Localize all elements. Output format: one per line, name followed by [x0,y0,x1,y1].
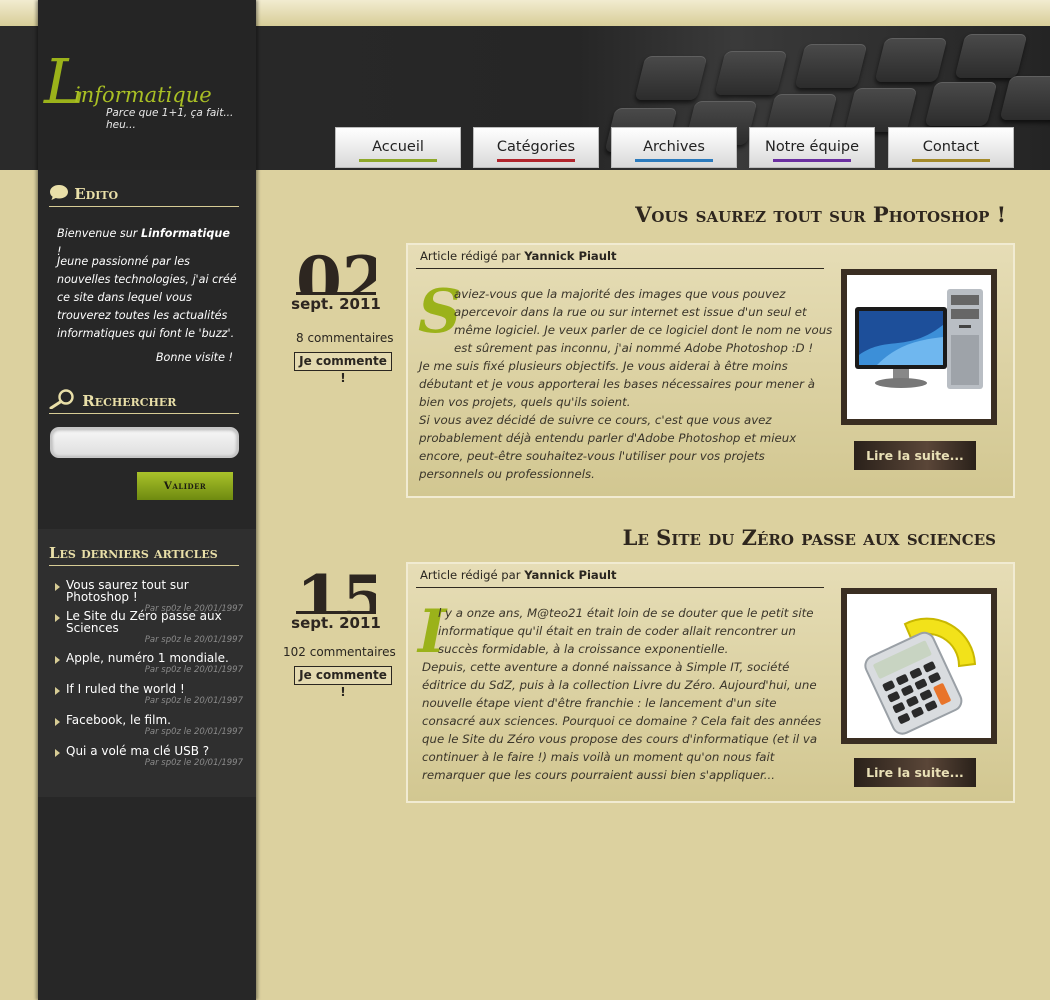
article-month: sept. 2011 [291,295,381,313]
keyboard-key-decoration [794,44,868,88]
nav-item-categories[interactable]: Catégories [473,127,599,168]
latest-article-meta: Par sp0z le 20/01/1997 [144,665,243,675]
article-day: 15 [296,565,376,614]
keyboard-key-decoration [844,88,918,132]
article-author[interactable]: Yannick Piault [524,249,616,263]
comment-count[interactable]: 102 commentaires [283,645,396,659]
article-byline: Article rédigé par Yannick Piault [420,249,617,263]
logo-word: informatique [74,83,212,107]
nav-item-accueil[interactable]: Accueil [335,127,461,168]
calculator-icon [864,617,977,735]
read-more-button[interactable]: Lire la suite... [854,758,976,787]
keyboard-key-decoration [874,38,948,82]
article-title[interactable]: Vous saurez tout sur Photoshop ! [635,202,1006,227]
desktop-computer-icon [855,289,983,389]
arrow-bullet-icon [55,749,60,757]
edito-site-name: Linformatique [140,227,230,240]
article-title[interactable]: Le Site du Zéro passe aux sciences [623,525,996,550]
comment-button[interactable]: Je commente ! [294,352,392,385]
search-heading: Rechercher [49,389,239,414]
nav-underline [773,159,851,162]
latest-article-meta: Par sp0z le 20/01/1997 [144,727,243,737]
article-box: Article rédigé par Yannick Piault I l y … [406,562,1015,803]
nav-item-notre-equipe[interactable]: Notre équipe [749,127,875,168]
latest-article-title: Le Site du Zéro passe aux Sciences [66,609,222,635]
comment-count[interactable]: 8 commentaires [296,331,393,345]
search-input[interactable] [50,427,239,458]
nav-underline [497,159,575,162]
latest-article-item[interactable]: Qui a volé ma clé USB ? Par sp0z le 20/0… [55,745,251,768]
arrow-bullet-icon [55,656,60,664]
article-intro: aviez-vous que la majorité des images qu… [454,287,833,355]
latest-article-title: Facebook, le film. [66,713,171,727]
arrow-bullet-icon [55,718,60,726]
search-submit-button[interactable]: Valider [137,472,233,500]
latest-article-title: Qui a volé ma clé USB ? [66,744,210,758]
edito-body: Jeune passionné par les nouvelles techno… [57,255,237,340]
latest-article-item[interactable]: Apple, numéro 1 mondiale. Par sp0z le 20… [55,652,251,675]
edito-signoff: Bonne visite ! [155,351,233,364]
comment-button[interactable]: Je commente ! [294,666,392,699]
article-intro: l y a onze ans, M@teo21 était loin de se… [438,606,814,656]
nav-underline [359,159,437,162]
article-body: Je me suis fixé plusieurs objectifs. Je … [419,359,815,481]
arrow-bullet-icon [55,687,60,695]
article-author[interactable]: Yannick Piault [524,568,616,582]
read-more-button[interactable]: Lire la suite... [854,441,976,470]
latest-article-title: Apple, numéro 1 mondiale. [66,651,229,665]
arrow-bullet-icon [55,614,60,622]
latest-article-item[interactable]: If I ruled the world ! Par sp0z le 20/01… [55,683,251,706]
latest-article-title: Vous saurez tout sur Photoshop ! [66,578,189,604]
article-thumbnail[interactable] [841,588,997,744]
arrow-bullet-icon [55,583,60,591]
nav-item-contact[interactable]: Contact [888,127,1014,168]
article-box: Article rédigé par Yannick Piault S avie… [406,243,1015,498]
latest-article-item[interactable]: Le Site du Zéro passe aux Sciences Par s… [55,610,251,645]
edito-heading: Edito [49,184,239,207]
keyboard-key-decoration [954,34,1028,78]
latest-article-item[interactable]: Facebook, le film. Par sp0z le 20/01/199… [55,714,251,737]
logo-tagline: Parce que 1+1, ça fait... heu... [106,107,234,131]
keyboard-key-decoration [999,76,1050,120]
latest-article-meta: Par sp0z le 20/01/1997 [144,635,243,645]
latest-articles-heading: Les derniers articles [49,544,239,566]
keyboard-key-decoration [714,51,788,95]
nav-underline [635,159,713,162]
nav-underline [912,159,990,162]
byline-divider [416,268,824,269]
magnifier-icon [49,389,74,410]
latest-article-meta: Par sp0z le 20/01/1997 [144,696,243,706]
keyboard-key-decoration [634,56,708,100]
keyboard-key-decoration [924,82,998,126]
article-date: 15 sept. 2011 [280,565,392,632]
article-day: 02 [296,246,376,295]
article-thumbnail[interactable] [841,269,997,425]
speech-bubble-icon [50,185,68,200]
article-body: Depuis, cette aventure a donné naissance… [422,660,822,782]
latest-article-meta: Par sp0z le 20/01/1997 [144,758,243,768]
byline-divider [416,587,824,588]
nav-item-archives[interactable]: Archives [611,127,737,168]
site-logo[interactable]: L informatique Parce que 1+1, ça fait...… [44,51,259,132]
article-byline: Article rédigé par Yannick Piault [420,568,617,582]
article-month: sept. 2011 [291,614,381,632]
article-date: 02 sept. 2011 [280,246,392,313]
latest-article-title: If I ruled the world ! [66,682,185,696]
